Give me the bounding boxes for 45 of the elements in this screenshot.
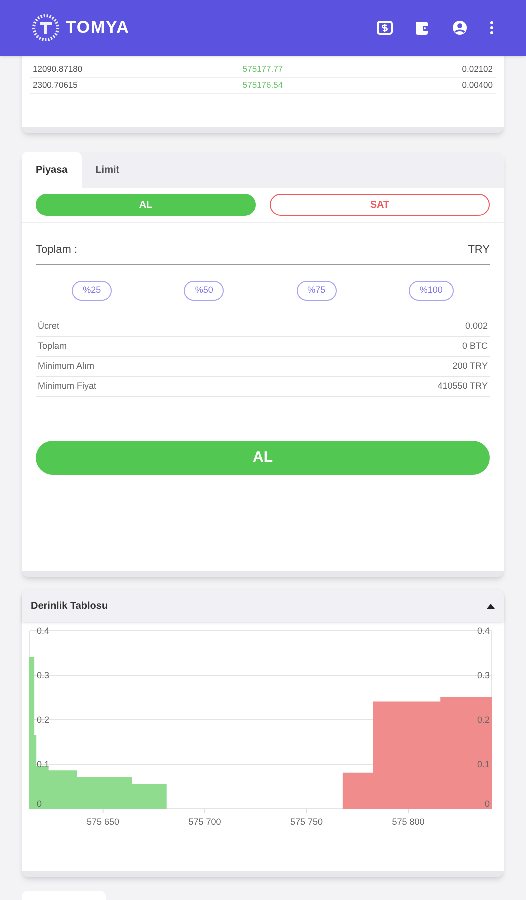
- axis-label: 0.4: [477, 626, 490, 636]
- axis-label: 575 700: [188, 817, 222, 827]
- axis-label: 575 750: [290, 817, 324, 827]
- axis-label: 0.2: [477, 715, 490, 725]
- total-field[interactable]: Toplam : TRY: [36, 237, 490, 265]
- percent-button[interactable]: %75: [296, 281, 337, 301]
- info-label: Ücret: [38, 320, 60, 333]
- info-value: 0.002: [465, 320, 488, 333]
- table-cell-text: 575177.77: [242, 63, 284, 76]
- axis-label: 0.3: [477, 670, 490, 680]
- table-cell-text: 575176.54: [242, 79, 284, 92]
- percent-button[interactable]: %50: [184, 281, 224, 301]
- axis-label: 575 800: [392, 817, 425, 827]
- more-icon[interactable]: [490, 21, 494, 35]
- axis-label: 0.3: [37, 670, 50, 680]
- axis-label: 0.2: [37, 715, 50, 725]
- axis-label: 0: [484, 799, 490, 809]
- caret-icon[interactable]: [487, 604, 495, 608]
- info-value: 410550 TRY: [438, 380, 488, 393]
- sell-toggle[interactable]: SAT: [270, 194, 490, 216]
- percent-button[interactable]: %25: [72, 281, 112, 301]
- info-value: 200 TRY: [452, 360, 488, 373]
- table-cell-text: 0.00400: [461, 79, 493, 92]
- info-value: 0 BTC: [462, 340, 488, 353]
- axis-label: 0.1: [477, 760, 490, 770]
- panel-title: Derinlik Tablosu: [31, 600, 108, 614]
- tab[interactable]: Limit: [82, 152, 134, 188]
- tab[interactable]: Piyasa: [22, 152, 82, 188]
- axis-label: 575 650: [87, 817, 120, 827]
- info-label: Minimum Fiyat: [38, 380, 97, 393]
- buy-button[interactable]: AL: [36, 441, 490, 475]
- brand-name: TOMYA: [66, 17, 130, 40]
- info-label: Minimum Alım: [38, 360, 95, 373]
- wallet-icon[interactable]: [415, 20, 430, 36]
- logo-icon: [32, 14, 60, 42]
- account-icon[interactable]: [452, 20, 468, 36]
- percent-button[interactable]: %100: [408, 281, 454, 301]
- table-cell-text: 2300.70615: [33, 79, 79, 92]
- table-cell-text: 0.02102: [461, 63, 493, 76]
- axis-label: 0: [37, 799, 42, 809]
- info-label: Toplam: [38, 340, 68, 353]
- table-cell-text: 12090.87180: [33, 63, 84, 76]
- axis-label: 0.4: [37, 626, 50, 636]
- dollar-icon[interactable]: [377, 20, 393, 36]
- buy-toggle[interactable]: AL: [36, 194, 256, 216]
